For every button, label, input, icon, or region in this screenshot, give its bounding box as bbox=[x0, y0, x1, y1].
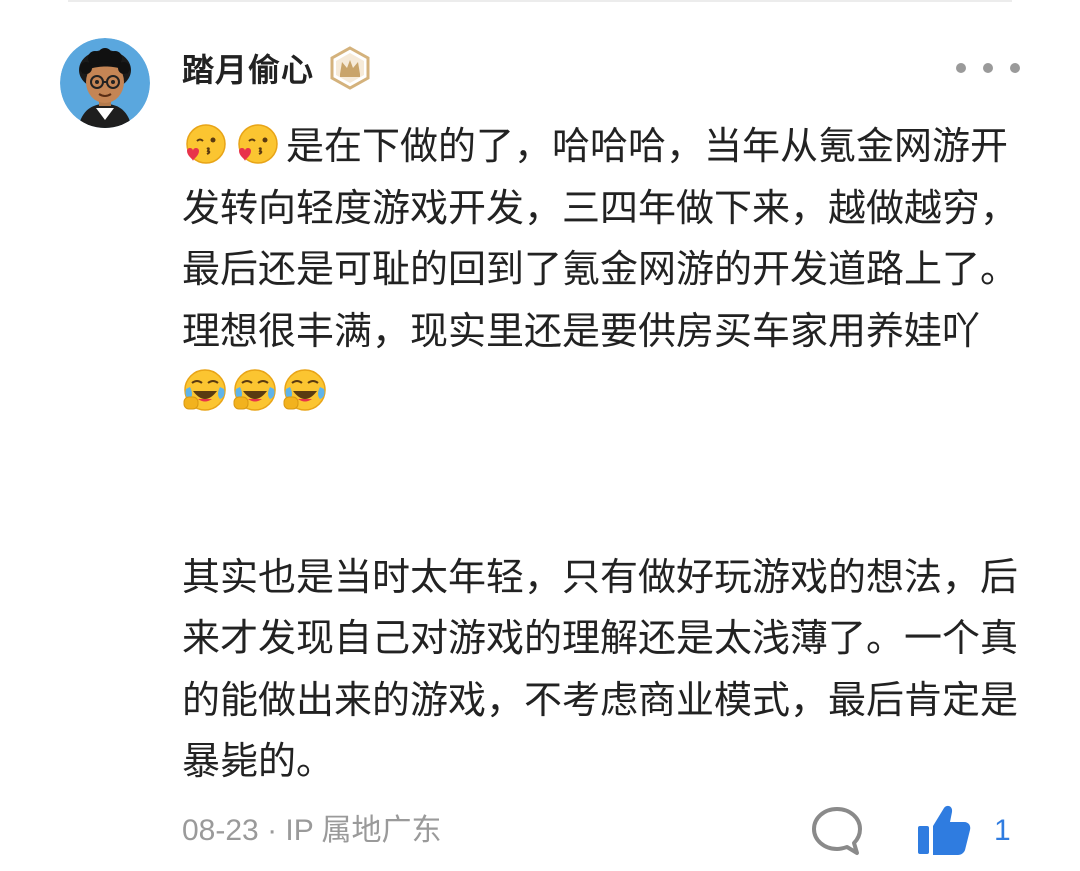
more-dots-icon bbox=[983, 63, 993, 73]
crown-badge-icon bbox=[330, 46, 370, 90]
avatar-image bbox=[60, 38, 150, 128]
comment-paragraph-2: 其实也是当时太年轻，只有做好玩游戏的想法，后来才发现自己对游戏的理解还是太浅薄了… bbox=[182, 554, 1019, 784]
facepalm-laugh-emoji bbox=[283, 369, 326, 411]
comment-meta: 08-23 · IP 属地广东 bbox=[182, 814, 442, 847]
like-count: 1 bbox=[994, 814, 1011, 847]
comment-paragraph-1: 是在下做的了，哈哈哈，当年从氪金网游开发转向轻度游戏开发，三四年做下来，越做越穷… bbox=[182, 116, 1027, 424]
kiss-emoji bbox=[238, 124, 278, 164]
comment-header: 踏月偷心 bbox=[182, 40, 372, 96]
author-name[interactable]: 踏月偷心 bbox=[182, 45, 314, 91]
comment-text-1: 是在下做的了，哈哈哈，当年从氪金网游开发转向轻度游戏开发，三四年做下来，越做越穷… bbox=[182, 124, 1019, 353]
author-avatar[interactable] bbox=[60, 38, 150, 128]
more-options-button[interactable] bbox=[956, 56, 1020, 80]
facepalm-laugh-emoji bbox=[183, 369, 226, 411]
comment-body: 是在下做的了，哈哈哈，当年从氪金网游开发转向轻度游戏开发，三四年做下来，越做越穷… bbox=[182, 116, 1027, 793]
top-divider bbox=[68, 0, 1012, 2]
comment-bubble-icon bbox=[812, 807, 862, 855]
kiss-emoji bbox=[186, 124, 226, 164]
reply-button[interactable] bbox=[810, 804, 864, 858]
like-button[interactable]: 1 bbox=[914, 802, 1011, 860]
thumbs-up-icon bbox=[918, 805, 971, 855]
more-dots-icon bbox=[956, 63, 966, 73]
more-dots-icon bbox=[1010, 63, 1020, 73]
facepalm-laugh-emoji bbox=[233, 369, 276, 411]
